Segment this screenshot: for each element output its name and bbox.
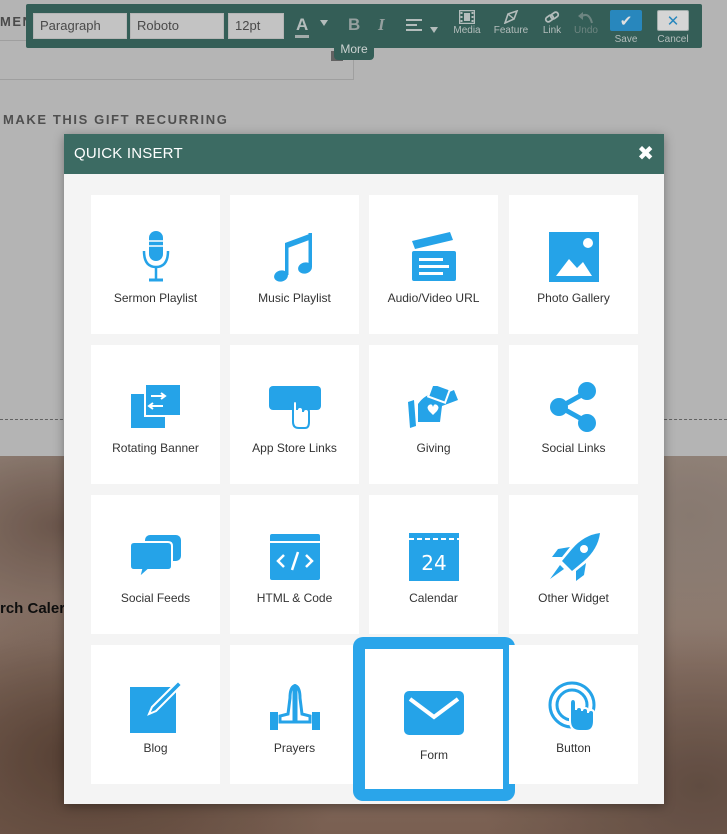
- insert-tile-social-links[interactable]: Social Links: [509, 345, 638, 484]
- tile-label: App Store Links: [252, 441, 337, 455]
- chat-bubbles-icon: [129, 534, 182, 580]
- insert-tile-prayers[interactable]: Prayers: [230, 645, 359, 784]
- dialog-header: QUICK INSERT ✖: [64, 134, 664, 174]
- tile-label: Social Links: [541, 441, 606, 455]
- edit-icon: [129, 681, 182, 733]
- app-store-icon: [268, 386, 321, 429]
- rotating-banner-icon: [130, 384, 181, 428]
- insert-tile-audio-video-url[interactable]: Audio/Video URL: [369, 195, 498, 334]
- quick-insert-dialog: QUICK INSERT ✖ Sermon Playlist Music Pla…: [64, 134, 664, 804]
- tile-label: Calendar: [409, 591, 458, 605]
- praying-hands-icon: [269, 684, 320, 730]
- insert-tile-html-code[interactable]: HTML & Code: [230, 495, 359, 634]
- envelope-icon: [404, 691, 464, 735]
- tile-label: Prayers: [273, 741, 316, 755]
- giving-icon: [407, 386, 458, 428]
- insert-tile-app-store-links[interactable]: App Store Links: [230, 345, 359, 484]
- insert-tile-giving[interactable]: Giving: [369, 345, 498, 484]
- tile-label: Button: [556, 741, 591, 755]
- clapperboard-icon: [411, 232, 456, 281]
- tile-label: Photo Gallery: [537, 291, 610, 305]
- calendar-icon: 24: [408, 533, 459, 581]
- tile-label: Rotating Banner: [112, 441, 199, 455]
- share-icon: [549, 382, 596, 432]
- insert-tile-form[interactable]: Form: [353, 637, 515, 801]
- image-icon: [548, 232, 599, 282]
- tile-label: Blog: [143, 741, 168, 755]
- insert-tile-social-feeds[interactable]: Social Feeds: [91, 495, 220, 634]
- tile-label: Social Feeds: [120, 591, 191, 605]
- tile-label: Music Playlist: [258, 291, 331, 305]
- insert-tile-music-playlist[interactable]: Music Playlist: [230, 195, 359, 334]
- insert-tile-other-widget[interactable]: Other Widget: [509, 495, 638, 634]
- tile-label: HTML & Code: [256, 591, 333, 605]
- insert-tile-calendar[interactable]: 24 Calendar: [369, 495, 498, 634]
- calendar-day: 24: [421, 551, 446, 575]
- insert-tile-blog[interactable]: Blog: [91, 645, 220, 784]
- dialog-title: QUICK INSERT: [74, 145, 183, 162]
- microphone-icon: [142, 231, 169, 282]
- insert-tile-sermon-playlist[interactable]: Sermon Playlist: [91, 195, 220, 334]
- tile-label: Form: [420, 748, 448, 762]
- insert-tile-rotating-banner[interactable]: Rotating Banner: [91, 345, 220, 484]
- tile-label: Other Widget: [538, 591, 609, 605]
- music-note-icon: [273, 233, 312, 282]
- rocket-icon: [549, 533, 600, 581]
- tap-button-icon: [548, 681, 595, 732]
- insert-tile-button[interactable]: Button: [509, 645, 638, 784]
- insert-tile-photo-gallery[interactable]: Photo Gallery: [509, 195, 638, 334]
- close-icon[interactable]: ✖: [637, 142, 654, 166]
- code-icon: [269, 534, 320, 580]
- tile-label: Giving: [416, 441, 451, 455]
- tile-label: Sermon Playlist: [113, 291, 198, 305]
- tile-label: Audio/Video URL: [387, 291, 480, 305]
